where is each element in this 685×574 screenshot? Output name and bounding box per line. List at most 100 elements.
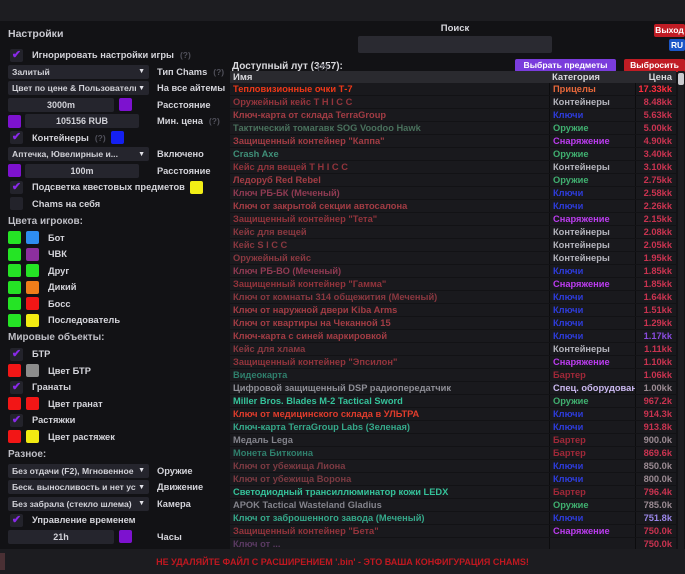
enabled-filter-dropdown[interactable]: Аптечка, Ювелирные и...▼ xyxy=(8,147,149,161)
color-swatch[interactable] xyxy=(8,430,21,443)
color-swatch[interactable] xyxy=(8,264,21,277)
column-header-name[interactable]: Имя xyxy=(230,72,549,83)
chams-type-label: Тип Chams xyxy=(157,67,207,77)
table-row[interactable]: Защищенный контейнер "Гамма"Снаряжение1.… xyxy=(230,278,676,290)
color-swatch[interactable] xyxy=(26,281,39,294)
table-row[interactable]: Ледоруб Red RebelОружие2.75kk xyxy=(230,174,676,186)
table-row[interactable]: Ключ от закрытой секции автосалонаКлючи2… xyxy=(230,200,676,212)
item-category: Контейнеры xyxy=(549,239,635,251)
chams-type-dropdown[interactable]: Залитый▼ xyxy=(8,65,149,79)
table-row[interactable]: Кейс для вещей T H I C CКонтейнеры3.10kk xyxy=(230,161,676,173)
color-swatch[interactable] xyxy=(26,364,39,377)
table-row[interactable]: Кейс для вещейКонтейнеры2.08kk xyxy=(230,226,676,238)
table-row[interactable]: Защищенный контейнер "Эпсилон"Снаряжение… xyxy=(230,356,676,368)
scrollbar-thumb[interactable] xyxy=(678,73,684,85)
camera-mods-dropdown[interactable]: Без забрала (стекло шлема)▼ xyxy=(8,497,149,511)
exit-button[interactable]: Выход xyxy=(654,24,685,37)
color-swatch[interactable] xyxy=(26,314,39,327)
all-items-color-dropdown[interactable]: Цвет по цене & Пользователь▼ xyxy=(8,81,149,95)
time-control-label: Управление временем xyxy=(32,515,136,525)
tripwires-checkbox[interactable]: ✔ xyxy=(10,414,23,427)
item-price: 2.58kk xyxy=(635,187,676,199)
table-row[interactable]: ВидеокартаБартер1.06kk xyxy=(230,369,676,381)
item-category: Снаряжение xyxy=(549,278,635,290)
table-row[interactable]: Ключ от заброшенного завода (Меченый)Клю… xyxy=(230,512,676,524)
item-name: Ключ от комнаты 314 общежития (Меченый) xyxy=(230,292,549,302)
table-row[interactable]: Ключ РБ-БК (Меченый)Ключи2.58kk xyxy=(230,187,676,199)
color-swatch[interactable] xyxy=(8,231,21,244)
table-row[interactable]: Защищенный контейнер "Каппа"Снаряжение4.… xyxy=(230,135,676,147)
table-row[interactable]: Ключ от убежища ВоронаКлючи800.0k xyxy=(230,473,676,485)
table-row[interactable]: Защищенный контейнер "Тета"Снаряжение2.1… xyxy=(230,213,676,225)
color-swatch[interactable] xyxy=(119,530,132,543)
color-swatch[interactable] xyxy=(26,264,39,277)
color-swatch[interactable] xyxy=(119,98,132,111)
color-swatch[interactable] xyxy=(8,364,21,377)
table-row[interactable]: Цифровой защищенный DSP радиопередатчикС… xyxy=(230,382,676,394)
color-swatch[interactable] xyxy=(26,297,39,310)
table-row[interactable]: APOK Tactical Wasteland GladiusОружие785… xyxy=(230,499,676,511)
table-row[interactable]: Оружейный кейсКонтейнеры1.95kk xyxy=(230,252,676,264)
table-row[interactable]: Crash AxeОружие3.40kk xyxy=(230,148,676,160)
column-header-category[interactable]: Категория xyxy=(549,72,635,83)
table-row[interactable]: Ключ от комнаты 314 общежития (Меченый)К… xyxy=(230,291,676,303)
search-input[interactable] xyxy=(358,36,552,53)
search-label: Поиск xyxy=(358,23,552,34)
table-row[interactable]: Тепловизионные очки Т-7Прицелы17.33kk xyxy=(230,83,676,95)
ignore-game-settings-checkbox[interactable]: ✔ xyxy=(10,49,23,62)
table-row[interactable]: Ключ-карта от склада TerraGroupКлючи5.63… xyxy=(230,109,676,121)
color-swatch[interactable] xyxy=(26,231,39,244)
table-row[interactable]: Кейс S I C CКонтейнеры2.05kk xyxy=(230,239,676,251)
table-row[interactable]: Ключ-карта TerraGroup Labs (Зеленая)Ключ… xyxy=(230,421,676,433)
weapon-mods-dropdown[interactable]: Без отдачи (F2), Мгновенное п▼ xyxy=(8,464,149,478)
grenades-label: Гранаты xyxy=(32,382,71,392)
table-row[interactable]: Ключ от ...750.0k xyxy=(230,538,676,549)
color-swatch[interactable] xyxy=(8,297,21,310)
table-row[interactable]: Монета БиткоинаБартер869.6k xyxy=(230,447,676,459)
language-button[interactable]: RU xyxy=(669,39,685,51)
item-category: Прицелы xyxy=(549,83,635,95)
table-row[interactable]: Ключ-карта с синей маркировкойКлючи1.17k… xyxy=(230,330,676,342)
chams-self-checkbox[interactable] xyxy=(10,197,23,210)
table-row[interactable]: Miller Bros. Blades M-2 Tactical SwordОр… xyxy=(230,395,676,407)
color-swatch[interactable] xyxy=(190,181,203,194)
weapon-mods-label: Оружие xyxy=(157,466,193,476)
min-price-input[interactable]: 105156 RUB xyxy=(25,114,139,128)
grenades-checkbox[interactable]: ✔ xyxy=(10,381,23,394)
quest-highlight-checkbox[interactable]: ✔ xyxy=(10,181,23,194)
item-category: Бартер xyxy=(549,369,635,381)
table-row[interactable]: Ключ от убежища ЛионаКлючи850.0k xyxy=(230,460,676,472)
color-swatch[interactable] xyxy=(8,115,21,128)
color-swatch[interactable] xyxy=(8,281,21,294)
item-category: Бартер xyxy=(549,434,635,446)
table-row[interactable]: Ключ от наружной двери Kiba ArmsКлючи1.5… xyxy=(230,304,676,316)
containers-checkbox[interactable]: ✔ xyxy=(10,131,23,144)
color-swatch[interactable] xyxy=(8,314,21,327)
table-row[interactable]: Ключ РБ-ВО (Меченый)Ключи1.85kk xyxy=(230,265,676,277)
time-hours-input[interactable]: 21h xyxy=(8,530,114,544)
container-distance-input[interactable]: 100m xyxy=(25,164,139,178)
table-row[interactable]: Ключ от медицинского склада в УЛЬТРАКлюч… xyxy=(230,408,676,420)
table-row[interactable]: Тактический томагавк SOG Voodoo HawkОруж… xyxy=(230,122,676,134)
table-row[interactable]: Защищенный контейнер "Бета"Снаряжение750… xyxy=(230,525,676,537)
dropdown-value: Беск. выносливость и нет уста xyxy=(12,482,136,492)
table-row[interactable]: Кейс для хламаКонтейнеры1.11kk xyxy=(230,343,676,355)
btr-checkbox[interactable]: ✔ xyxy=(10,348,23,361)
loot-distance-input[interactable]: 3000m xyxy=(8,98,114,112)
table-scrollbar[interactable] xyxy=(678,71,684,549)
time-control-checkbox[interactable]: ✔ xyxy=(10,514,23,527)
column-header-price[interactable]: Цена xyxy=(635,72,676,83)
color-swatch[interactable] xyxy=(8,248,21,261)
movement-mods-dropdown[interactable]: Беск. выносливость и нет уста▼ xyxy=(8,480,149,494)
table-row[interactable]: Светодиодный трансиллюминатор кожи LEDXБ… xyxy=(230,486,676,498)
table-row[interactable]: Оружейный кейс T H I C CКонтейнеры8.48kk xyxy=(230,96,676,108)
item-price: 967.2k xyxy=(635,395,676,407)
color-swatch[interactable] xyxy=(8,164,21,177)
color-swatch[interactable] xyxy=(26,430,39,443)
table-row[interactable]: Ключ от квартиры на Чеканной 15Ключи1.29… xyxy=(230,317,676,329)
table-row[interactable]: Медаль LegaБартер900.0k xyxy=(230,434,676,446)
color-swatch[interactable] xyxy=(26,248,39,261)
color-swatch[interactable] xyxy=(26,397,39,410)
color-swatch[interactable] xyxy=(8,397,21,410)
color-swatch[interactable] xyxy=(111,131,124,144)
